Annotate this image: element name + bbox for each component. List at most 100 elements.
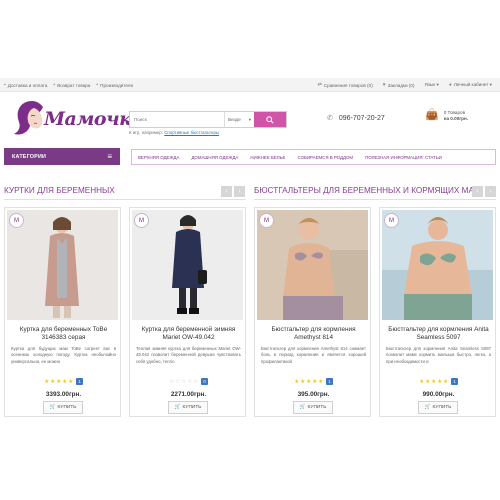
star-icon: ☆ <box>169 378 175 385</box>
carousel-prev-button[interactable]: ‹ <box>221 186 232 197</box>
menu-icon: ≡ <box>107 152 112 161</box>
product-image[interactable] <box>132 210 243 320</box>
product-price: 990.00грн. <box>422 391 455 398</box>
search-hint-link[interactable]: Спортивные бюстгальтеры <box>164 130 219 135</box>
chevron-down-icon: ▾ <box>248 116 251 122</box>
truck-icon: ▪ <box>4 82 6 88</box>
heart-icon: ♥ <box>382 82 386 88</box>
product-description: Бюстгальтер для кормления Anita Seamless… <box>386 346 491 364</box>
buy-button[interactable]: 🛒 КУПИТЬ <box>293 401 333 414</box>
review-count: 0 <box>201 378 208 385</box>
search-bar: Везде▾ <box>129 111 287 128</box>
review-count: 1 <box>76 378 83 385</box>
product-image[interactable] <box>7 210 118 320</box>
cart-icon: 🛒 <box>299 405 306 410</box>
section-divider <box>254 199 496 200</box>
site-logo[interactable]: Мамочка <box>8 98 144 140</box>
phone-icon: ✆ <box>327 115 333 122</box>
account-dropdown[interactable]: ● Личный кабинет ▾ <box>449 82 492 88</box>
product-rating: ☆ ☆ ☆ ☆ ☆ 0 <box>130 378 247 385</box>
section-divider <box>4 199 246 200</box>
star-icon: ★ <box>56 378 62 385</box>
star-icon: ★ <box>419 378 425 385</box>
buy-button[interactable]: 🛒 КУПИТЬ <box>168 401 208 414</box>
jackets-carousel-arrows: ‹ › <box>221 186 245 197</box>
product-name[interactable]: Бюстгальтер для кормления Anita Seamless… <box>384 326 493 342</box>
star-icon: ★ <box>443 378 449 385</box>
delivery-link[interactable]: ▪ Доставка и оплата <box>4 82 47 88</box>
search-icon <box>266 115 274 124</box>
product-rating: ★ ★ ★ ★ ★ 1 <box>5 378 122 385</box>
carousel-prev-button[interactable]: ‹ <box>472 186 483 197</box>
review-count: 1 <box>451 378 458 385</box>
carousel-next-button[interactable]: › <box>234 186 245 197</box>
language-dropdown[interactable]: Язык ▾ <box>424 82 438 88</box>
nav-item-homewear[interactable]: ДОМАШНЯЯ ОДЕЖДА <box>185 155 244 160</box>
nav-item-articles[interactable]: ПОЛЕЗНАЯ ИНФОРМАЦИЯ: СТАТЬИ <box>359 155 448 160</box>
top-utility-bar: ▪ Доставка и оплата ▪ Возврат товара ▪ Прои… <box>0 78 500 92</box>
product-name[interactable]: Куртка для беременных ToBe 3146383 серая <box>9 326 118 342</box>
product-rating: ★ ★ ★ ★ ★ 1 <box>380 378 497 385</box>
categories-button[interactable]: КАТЕГОРИИ ≡ <box>4 148 120 165</box>
product-price: 395.00грн. <box>297 391 330 398</box>
product-price: 2271.00грн. <box>170 391 207 398</box>
phone-block[interactable]: ✆ 096-707-20-27 <box>327 114 385 123</box>
manufacturers-link[interactable]: ▪ Производители <box>96 82 133 88</box>
brand-badge-icon: M <box>384 213 399 228</box>
product-name[interactable]: Бюстгальтер для кормления Amethyst 814 <box>259 326 368 342</box>
search-input[interactable] <box>130 112 224 127</box>
search-button[interactable] <box>254 112 286 127</box>
star-icon: ☆ <box>175 378 181 385</box>
star-icon: ★ <box>437 378 443 385</box>
product-card[interactable]: M Куртка для беременных ToBe 3146383 сер… <box>4 207 121 417</box>
star-icon: ☆ <box>193 378 199 385</box>
brand-badge-icon: M <box>134 213 149 228</box>
product-name[interactable]: Куртка для беременной зимняя Mariet OW-4… <box>134 326 243 342</box>
wishlist-link[interactable]: ♥ Закладки (0) <box>383 82 415 88</box>
product-price: 3393.00грн. <box>45 391 82 398</box>
main-nav: ВЕРХНЯЯ ОДЕЖДА ДОМАШНЯЯ ОДЕЖДА НИЖНЕЕ БЕ… <box>131 149 496 165</box>
cart-icon: 🛒 <box>424 405 431 410</box>
search-category-select[interactable]: Везде ▾ <box>224 112 254 127</box>
product-description: Куртка для будущих мам ToBe согреет вас … <box>11 346 116 364</box>
nav-item-outerwear[interactable]: ВЕРХНЯЯ ОДЕЖДА <box>132 155 185 160</box>
product-description: Теплая зимняя куртка для беременных Mari… <box>136 346 241 364</box>
buy-button[interactable]: 🛒 КУПИТЬ <box>43 401 83 414</box>
topbar-left-links: ▪ Доставка и оплата ▪ Возврат товара ▪ Прои… <box>4 82 133 88</box>
shopping-bag-icon: 👜 <box>425 109 439 121</box>
cart-icon: 🛒 <box>174 405 181 410</box>
user-icon: ● <box>448 82 452 88</box>
factory-icon: ▪ <box>96 82 99 88</box>
product-card[interactable]: M Бюстгальтер для кормления Anita Seamle… <box>379 207 496 417</box>
return-icon: ▪ <box>53 82 56 88</box>
product-image[interactable] <box>382 210 493 320</box>
cart-widget[interactable]: 👜 0 Товаров на 0.00грн. <box>425 110 468 122</box>
product-card[interactable]: M Бюстгальтер для кормления Amethyst 814… <box>254 207 371 417</box>
brand-badge-icon: M <box>259 213 274 228</box>
bras-carousel-arrows: ‹ › <box>472 186 496 197</box>
section-title-jackets: КУРТКИ ДЛЯ БЕРЕМЕННЫХ <box>4 186 115 195</box>
star-icon: ★ <box>425 378 431 385</box>
compare-link[interactable]: ⇄ Сравнение товаров (0) <box>318 82 373 88</box>
nav-item-underwear[interactable]: НИЖНЕЕ БЕЛЬЕ <box>244 155 291 160</box>
review-count: 1 <box>326 378 333 385</box>
product-description: Бюстгальтер для кормления Amethyst 814 с… <box>261 346 366 364</box>
star-icon: ★ <box>306 378 312 385</box>
buy-button[interactable]: 🛒 КУПИТЬ <box>418 401 458 414</box>
carousel-next-button[interactable]: › <box>485 186 496 197</box>
star-icon: ★ <box>431 378 437 385</box>
brand-badge-icon: M <box>9 213 24 228</box>
topbar-right-links: ⇄ Сравнение товаров (0) ♥ Закладки (0) Язы… <box>318 82 492 88</box>
cart-summary: 0 Товаров на 0.00грн. <box>443 110 469 121</box>
cart-icon: 🛒 <box>49 405 56 410</box>
star-icon: ★ <box>294 378 300 385</box>
product-image[interactable] <box>257 210 368 320</box>
return-link[interactable]: ▪ Возврат товара <box>53 82 90 88</box>
star-icon: ☆ <box>187 378 193 385</box>
nav-item-maternity-hospital[interactable]: СОБИРАЕМСЯ В РОДДОМ <box>292 155 360 160</box>
search-hint: К игр, например: Спортивные бюстгальтеры <box>129 130 220 135</box>
compare-icon: ⇄ <box>317 82 322 88</box>
star-icon: ★ <box>62 378 68 385</box>
star-icon: ★ <box>50 378 56 385</box>
product-card[interactable]: M Куртка для беременной зимняя Mariet OW… <box>129 207 246 417</box>
